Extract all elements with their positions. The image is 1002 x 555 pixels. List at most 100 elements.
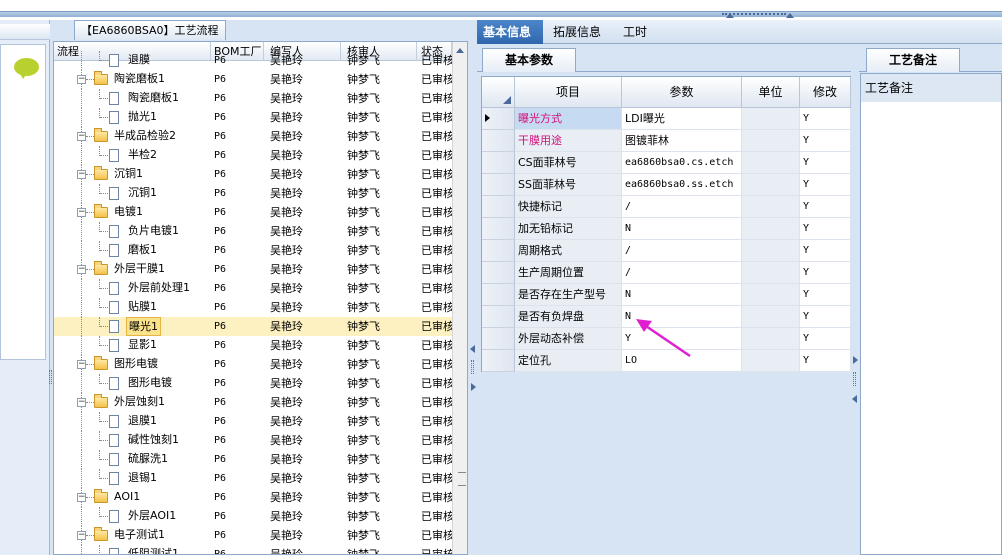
param-edit[interactable]: Y xyxy=(800,152,851,174)
tree-node[interactable]: 外层AOI1 xyxy=(54,507,211,526)
param-unit[interactable] xyxy=(742,196,800,218)
param-unit[interactable] xyxy=(742,328,800,350)
tree-row[interactable]: 陶瓷磨板1 P6 吴艳玲 钟梦飞 已审核 xyxy=(54,89,452,108)
param-edit[interactable]: Y xyxy=(800,108,851,130)
header-unit[interactable]: 单位 xyxy=(742,77,800,108)
tree-row[interactable]: 硫脲洗1 P6 吴艳玲 钟梦飞 已审核 xyxy=(54,450,452,469)
collapse-node-icon[interactable]: − xyxy=(77,170,86,179)
param-edit[interactable]: Y xyxy=(800,350,851,372)
collapse-node-icon[interactable]: − xyxy=(77,531,86,540)
row-indicator[interactable] xyxy=(482,240,515,262)
tree-row[interactable]: 抛光1 P6 吴艳玲 钟梦飞 已审核 xyxy=(54,108,452,127)
param-value[interactable]: LDI曝光 xyxy=(622,108,742,130)
tree-node[interactable]: 负片电镀1 xyxy=(54,222,211,241)
tree-node[interactable]: 碱性蚀刻1 xyxy=(54,431,211,450)
param-edit[interactable]: Y xyxy=(800,306,851,328)
tree-row[interactable]: 低阻测试1 P6 吴艳玲 钟梦飞 已审核 xyxy=(54,545,452,554)
param-value[interactable]: / xyxy=(622,196,742,218)
tree-node[interactable]: − AOI1 xyxy=(54,488,211,507)
tree-node[interactable]: − 外层蚀刻1 xyxy=(54,393,211,412)
param-unit[interactable] xyxy=(742,174,800,196)
param-row[interactable]: SS面菲林号 ea6860bsa0.ss.etch Y xyxy=(482,174,851,196)
row-indicator[interactable] xyxy=(482,218,515,240)
tree-row[interactable]: 磨板1 P6 吴艳玲 钟梦飞 已审核 xyxy=(54,241,452,260)
tree-row[interactable]: 负片电镀1 P6 吴艳玲 钟梦飞 已审核 xyxy=(54,222,452,241)
param-row[interactable]: 周期格式 / Y xyxy=(482,240,851,262)
tree-node[interactable]: 低阻测试1 xyxy=(54,545,211,554)
param-row[interactable]: 快捷标记 / Y xyxy=(482,196,851,218)
param-edit[interactable]: Y xyxy=(800,240,851,262)
tree-node[interactable]: − 电镀1 xyxy=(54,203,211,222)
param-row[interactable]: 生产周期位置 / Y xyxy=(482,262,851,284)
param-row[interactable]: 曝光方式 LDI曝光 Y xyxy=(482,108,851,130)
param-unit[interactable] xyxy=(742,240,800,262)
chat-bubble-icon[interactable] xyxy=(14,58,39,79)
collapse-node-icon[interactable]: − xyxy=(77,75,86,84)
param-value[interactable]: ea6860bsa0.ss.etch xyxy=(622,174,742,196)
tree-node[interactable]: 退锡1 xyxy=(54,469,211,488)
header-item[interactable]: 项目 xyxy=(515,77,622,108)
param-edit[interactable]: Y xyxy=(800,284,851,306)
tree-row[interactable]: 沉铜1 P6 吴艳玲 钟梦飞 已审核 xyxy=(54,184,452,203)
tree-node[interactable]: 硫脲洗1 xyxy=(54,450,211,469)
tree-node[interactable]: 抛光1 xyxy=(54,108,211,127)
splitter-grip[interactable] xyxy=(722,13,786,16)
tree-row[interactable]: − 半成品检验2 P6 吴艳玲 钟梦飞 已审核 xyxy=(54,127,452,146)
row-indicator[interactable] xyxy=(482,350,515,372)
collapse-right-icon[interactable] xyxy=(471,383,476,391)
tree-node[interactable]: 显影1 xyxy=(54,336,211,355)
tree-row[interactable]: 贴膜1 P6 吴艳玲 钟梦飞 已审核 xyxy=(54,298,452,317)
tree-node[interactable]: 陶瓷磨板1 xyxy=(54,89,211,108)
tree-row[interactable]: 图形电镀 P6 吴艳玲 钟梦飞 已审核 xyxy=(54,374,452,393)
param-value[interactable]: N xyxy=(622,284,742,306)
row-indicator[interactable] xyxy=(482,108,515,130)
tree-row[interactable]: 退膜1 P6 吴艳玲 钟梦飞 已审核 xyxy=(54,412,452,431)
tab-work-hours[interactable]: 工时 xyxy=(617,20,661,44)
vertical-splitter[interactable] xyxy=(851,44,859,555)
row-indicator[interactable] xyxy=(482,174,515,196)
tree-row[interactable]: 曝光1 P6 吴艳玲 钟梦飞 已审核 xyxy=(54,317,452,336)
top-splitter-bar[interactable] xyxy=(0,11,1002,17)
tab-process-remarks[interactable]: 工艺备注 xyxy=(866,48,960,72)
tab-extended-info[interactable]: 拓展信息 xyxy=(547,20,611,44)
tree-row[interactable]: − 电子测试1 P6 吴艳玲 钟梦飞 已审核 xyxy=(54,526,452,545)
collapse-right-icon[interactable] xyxy=(853,356,858,364)
param-unit[interactable] xyxy=(742,350,800,372)
param-edit[interactable]: Y xyxy=(800,196,851,218)
tree-node[interactable]: 图形电镀 xyxy=(54,374,211,393)
tab-basic-info[interactable]: 基本信息 xyxy=(477,20,543,44)
param-row[interactable]: 加无铅标记 N Y xyxy=(482,218,851,240)
param-value[interactable]: N xyxy=(622,218,742,240)
tree-row[interactable]: 显影1 P6 吴艳玲 钟梦飞 已审核 xyxy=(54,336,452,355)
collapse-left-icon[interactable] xyxy=(852,395,857,403)
collapse-node-icon[interactable]: − xyxy=(77,360,86,369)
tree-row[interactable]: − 电镀1 P6 吴艳玲 钟梦飞 已审核 xyxy=(54,203,452,222)
tree-node[interactable]: − 图形电镀 xyxy=(54,355,211,374)
param-unit[interactable] xyxy=(742,130,800,152)
row-indicator[interactable] xyxy=(482,306,515,328)
tree-row[interactable]: − 外层干膜1 P6 吴艳玲 钟梦飞 已审核 xyxy=(54,260,452,279)
tree-node[interactable]: 曝光1 xyxy=(54,317,211,336)
param-value[interactable]: / xyxy=(622,262,742,284)
tree-scrollbar[interactable] xyxy=(452,42,467,554)
tab-basic-params[interactable]: 基本参数 xyxy=(482,48,576,72)
tree-row[interactable]: − AOI1 P6 吴艳玲 钟梦飞 已审核 xyxy=(54,488,452,507)
splitter-grip-icon[interactable] xyxy=(471,360,474,374)
param-edit[interactable]: Y xyxy=(800,130,851,152)
param-unit[interactable] xyxy=(742,284,800,306)
tree-node[interactable]: − 沉铜1 xyxy=(54,165,211,184)
param-unit[interactable] xyxy=(742,262,800,284)
collapse-node-icon[interactable]: − xyxy=(77,132,86,141)
tree-row[interactable]: 外层AOI1 P6 吴艳玲 钟梦飞 已审核 xyxy=(54,507,452,526)
tree-node[interactable]: 外层前处理1 xyxy=(54,279,211,298)
param-unit[interactable] xyxy=(742,108,800,130)
header-edit[interactable]: 修改 xyxy=(800,77,851,108)
collapse-node-icon[interactable]: − xyxy=(77,398,86,407)
param-edit[interactable]: Y xyxy=(800,174,851,196)
param-row[interactable]: 干膜用途 图镀菲林 Y xyxy=(482,130,851,152)
tree-row[interactable]: − 沉铜1 P6 吴艳玲 钟梦飞 已审核 xyxy=(54,165,452,184)
param-value[interactable]: 图镀菲林 xyxy=(622,130,742,152)
tree-row[interactable]: 半检2 P6 吴艳玲 钟梦飞 已审核 xyxy=(54,146,452,165)
scroll-up-icon[interactable] xyxy=(456,48,464,53)
row-indicator[interactable] xyxy=(482,196,515,218)
